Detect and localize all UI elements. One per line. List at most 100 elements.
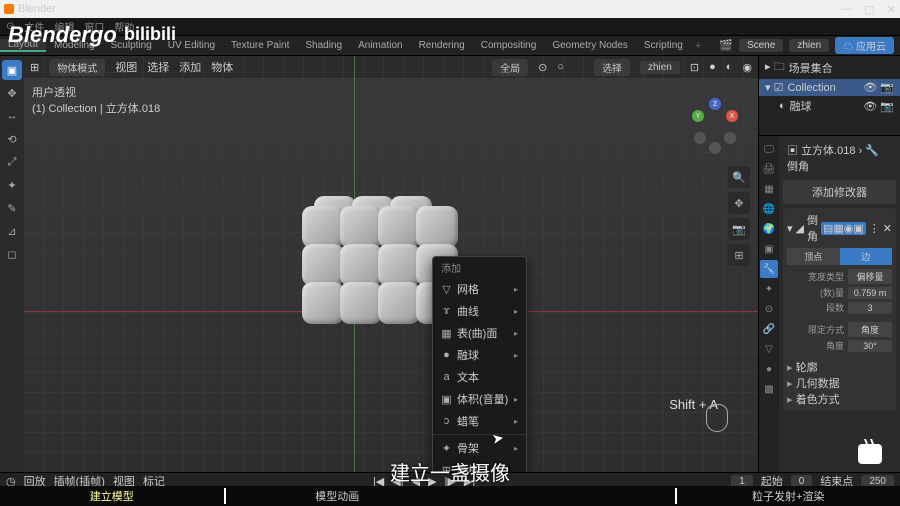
chapter-2[interactable]: 模型动画 [224, 488, 450, 504]
window-controls[interactable]: — ▢ ✕ [841, 3, 896, 16]
zoom-icon[interactable]: 🔍 [728, 166, 750, 188]
outliner-collection[interactable]: ▾ ☑ Collection 👁 📷 [759, 79, 900, 96]
modifier-name: 倒角 [807, 212, 818, 244]
video-subtitle: 建立一盏摄像 [0, 457, 900, 486]
tab-shading[interactable]: Shading [297, 40, 350, 51]
outliner-item-metaball[interactable]: ◐ 融球 👁 📷 [759, 96, 900, 116]
tool-scale[interactable]: ⤢ [2, 152, 22, 172]
gizmo-z[interactable]: Z [709, 98, 721, 110]
collapse-icon[interactable]: ▾ [787, 222, 793, 235]
modifier-bevel-panel: ▾ ◢ 倒角 ▤▦◉▣ ⋮ ✕ 顶点 边 宽度类型偏移量 (数)量0.759 m… [783, 208, 896, 411]
mouse-indicator-icon [706, 404, 728, 432]
modifier-toggles[interactable]: ▤▦◉▣ [821, 222, 866, 235]
chapter-1[interactable]: 建立模型 [0, 488, 224, 504]
scene-selector[interactable]: Scene [739, 39, 783, 52]
gizmo-y[interactable]: Y [692, 110, 704, 122]
modifier-icon: ◢ [796, 222, 804, 235]
segments-field[interactable]: 3 [848, 302, 892, 314]
proptab-texture[interactable]: ▩ [760, 380, 778, 398]
video-chapters[interactable]: 建立模型 模型动画 粒子发射+渲染 [0, 486, 900, 506]
section-shading[interactable]: ▸ 着色方式 [787, 391, 892, 407]
proptab-view[interactable]: ▦ [760, 180, 778, 198]
tool-transform[interactable]: ✦ [2, 175, 22, 195]
window-titlebar: Blender — ▢ ✕ [0, 0, 900, 18]
viewlayer-selector[interactable]: zhien [789, 39, 829, 52]
scene-icon: 🎬 [719, 39, 733, 52]
proptab-render[interactable]: 🖵 [760, 140, 778, 158]
proptab-material[interactable]: ● [760, 360, 778, 378]
add-menu-item-0[interactable]: ▽网格▸ [433, 278, 526, 300]
tool-cursor[interactable]: ✥ [2, 83, 22, 103]
watermark-bilibili: bilibili [124, 24, 176, 45]
proptab-constraint[interactable]: 🔗 [760, 320, 778, 338]
gizmo-nx[interactable] [694, 132, 706, 144]
tab-rendering[interactable]: Rendering [411, 40, 473, 51]
gizmo-x[interactable]: X [726, 110, 738, 122]
proptab-world[interactable]: 🌍 [760, 220, 778, 238]
move-view-icon[interactable]: ✥ [728, 192, 750, 214]
viewport-side-tools: 🔍 ✥ 📷 ⊞ [728, 166, 750, 266]
tool-move[interactable]: ↔ [2, 106, 22, 126]
angle-field[interactable]: 30° [848, 340, 892, 352]
width-type-field[interactable]: 偏移量 [848, 269, 892, 284]
modifier-menu-icon[interactable]: ⋮ [869, 222, 880, 235]
width-field[interactable]: 0.759 m [848, 287, 892, 299]
add-menu-item-7[interactable]: ✦骨架▸ [433, 437, 526, 459]
bevel-affect-tabs[interactable]: 顶点 边 [787, 248, 892, 265]
outliner[interactable]: ▸ 🗀 场景集合 ▾ ☑ Collection 👁 📷 ◐ 融球 👁 📷 [759, 56, 900, 136]
add-menu-popup[interactable]: 添加 ▽网格▸ɤ曲线▸▦表(曲)面▸●融球▸a文本▣体积(音量)▸ɔ蜡笔▸ ✦骨架… [432, 256, 527, 472]
cloud-button[interactable]: ☁ 应用云 [835, 37, 894, 54]
tab-vertex[interactable]: 顶点 [787, 248, 840, 265]
add-menu-title: 添加 [433, 257, 526, 278]
chapter-4[interactable]: 粒子发射+渲染 [675, 488, 900, 504]
perspective-icon[interactable]: ⊞ [728, 244, 750, 266]
add-menu-item-5[interactable]: ▣体积(音量)▸ [433, 388, 526, 410]
maximize-icon[interactable]: ▢ [864, 3, 874, 16]
section-geometry[interactable]: ▸ 几何数据 [787, 375, 892, 391]
tool-addcube[interactable]: ◻ [2, 244, 22, 264]
app-title: Blender [18, 3, 56, 15]
proptab-particle[interactable]: ✦ [760, 280, 778, 298]
add-menu-item-2[interactable]: ▦表(曲)面▸ [433, 322, 526, 344]
minimize-icon[interactable]: — [841, 3, 852, 16]
proptab-data[interactable]: ▽ [760, 340, 778, 358]
proptab-scene[interactable]: 🌐 [760, 200, 778, 218]
mouse-cursor-icon: ➤ [491, 429, 506, 448]
add-menu-item-6[interactable]: ɔ蜡笔▸ [433, 410, 526, 432]
proptab-physics[interactable]: ⊙ [760, 300, 778, 318]
modifier-close-icon[interactable]: ✕ [883, 222, 892, 235]
watermark-blendergo: Blendergo [8, 22, 117, 48]
gizmo-nz[interactable] [709, 142, 721, 154]
bilibili-tv-icon [858, 444, 882, 464]
add-workspace-icon[interactable]: + [695, 40, 701, 52]
property-body: ▣ 立方体.018 › 🔧 倒角 添加修改器 ▾ ◢ 倒角 ▤▦◉▣ ⋮ ✕ 顶… [779, 136, 900, 472]
tab-compositing[interactable]: Compositing [473, 40, 545, 51]
blender-logo-icon [4, 4, 14, 14]
add-menu-item-3[interactable]: ●融球▸ [433, 344, 526, 366]
proptab-modifier[interactable]: 🔧 [760, 260, 778, 278]
add-modifier-button[interactable]: 添加修改器 [783, 180, 896, 204]
camera-view-icon[interactable]: 📷 [728, 218, 750, 240]
proptab-object[interactable]: ▣ [760, 240, 778, 258]
tool-measure[interactable]: ⊿ [2, 221, 22, 241]
section-profile[interactable]: ▸ 轮廓 [787, 359, 892, 375]
outliner-root[interactable]: ▸ 🗀 场景集合 [759, 56, 900, 79]
tab-texture[interactable]: Texture Paint [223, 40, 297, 51]
proptab-output[interactable]: 🖨 [760, 160, 778, 178]
tool-annotate[interactable]: ✎ [2, 198, 22, 218]
tool-rotate[interactable]: ⟲ [2, 129, 22, 149]
tool-select[interactable]: ▣ [2, 60, 22, 80]
gizmo-ny[interactable] [724, 132, 736, 144]
tab-edge[interactable]: 边 [840, 248, 893, 265]
close-icon[interactable]: ✕ [887, 3, 896, 16]
limit-field[interactable]: 角度 [848, 322, 892, 337]
nav-gizmo[interactable]: X Y Z [692, 106, 738, 152]
prop-breadcrumb: ▣ 立方体.018 › 🔧 倒角 [783, 140, 896, 176]
tab-scripting[interactable]: Scripting [636, 40, 691, 51]
add-menu-item-4[interactable]: a文本 [433, 366, 526, 388]
add-menu-item-1[interactable]: ɤ曲线▸ [433, 300, 526, 322]
tab-animation[interactable]: Animation [350, 40, 410, 51]
tab-geonodes[interactable]: Geometry Nodes [544, 40, 636, 51]
cube-array-object[interactable] [294, 196, 454, 336]
3d-viewport[interactable]: ⊞ 物体模式 视图 选择 添加 物体 全局 ⊙ ○ 选择 zhien ⊡ ● ◐… [24, 56, 758, 472]
